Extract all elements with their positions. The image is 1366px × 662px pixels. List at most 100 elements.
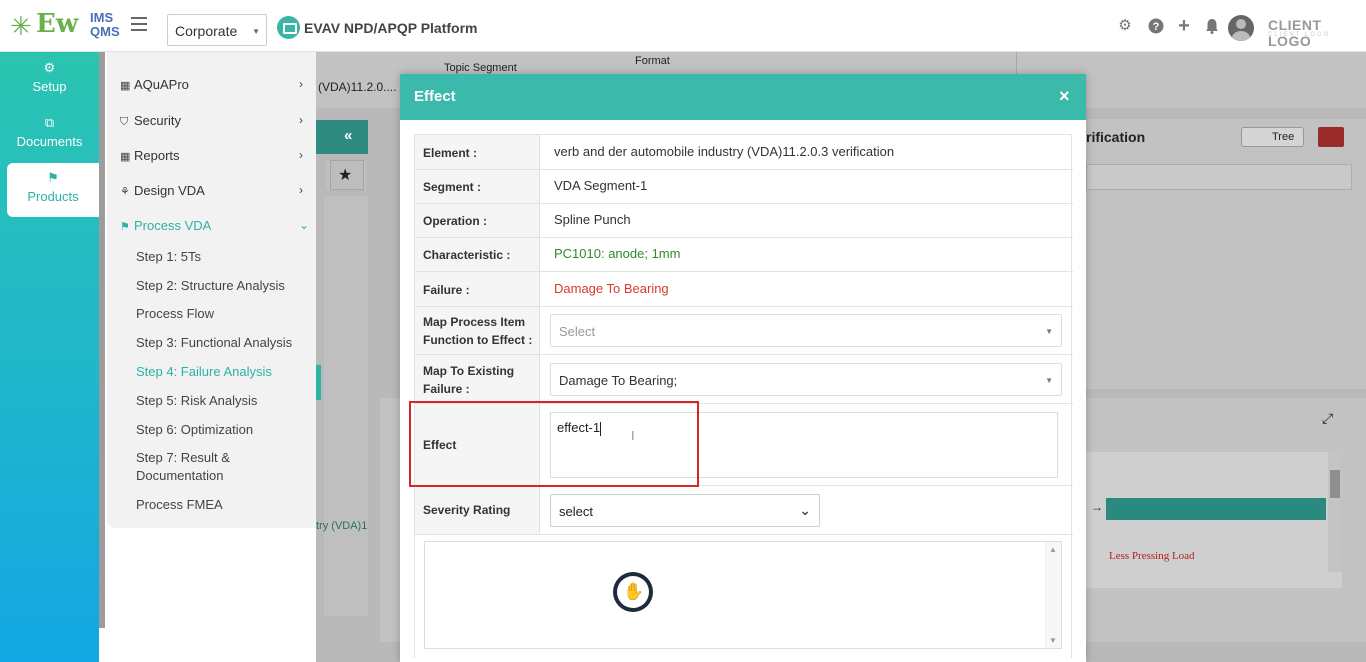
nav-products[interactable]: ⚑ Products (7, 163, 99, 217)
plus-icon[interactable]: + (1176, 16, 1192, 36)
help-icon[interactable]: ? (1148, 18, 1164, 34)
logo-ims: IMS (90, 10, 114, 25)
menu-item-label: Design VDA (134, 183, 205, 198)
copy-icon: ⧉ (44, 115, 55, 130)
label-text: Operation : (423, 214, 488, 228)
effect-modal: Effect × Element : verb and der automobi… (400, 74, 1086, 662)
severity-label: Severity Rating (415, 486, 540, 534)
expand-icon[interactable]: ⤢ (1322, 410, 1333, 427)
failure-value: Damage To Bearing (554, 281, 669, 296)
nav-documents[interactable]: ⧉ Documents (0, 115, 99, 149)
scroll-down-icon[interactable]: ▼ (1049, 636, 1057, 645)
submenu-step7[interactable]: Step 7: Result & Documentation (136, 449, 296, 485)
submenu-step3[interactable]: Step 3: Functional Analysis (136, 334, 292, 352)
left-sidebar: ⚙ Setup ⧉ Documents ⚑ Products (0, 52, 99, 662)
label-text: Severity Rating (423, 503, 511, 517)
shield-icon: ⛉ (120, 116, 129, 128)
company-select[interactable]: Corporate ▼ (167, 14, 267, 46)
characteristic-value: PC1010: anode; 1mm (554, 246, 681, 261)
verification-panel (1086, 119, 1366, 389)
chevron-down-icon: ⌄ (799, 502, 811, 518)
row-map-function: Map Process Item Function to Effect : Se… (415, 307, 1073, 355)
menu-lower-area (107, 528, 316, 662)
editor-scrollbar[interactable]: ▲ ▼ (1045, 542, 1061, 648)
submenu-step6[interactable]: Step 6: Optimization (136, 421, 253, 439)
tree-toggle-label: Tree (1272, 131, 1295, 143)
element-value: verb and der automobile industry (VDA)11… (554, 144, 895, 159)
sidebar-scrollbar[interactable] (99, 52, 105, 628)
user-avatar[interactable] (1228, 15, 1254, 41)
menu-item-label: AQuAPro (134, 77, 189, 92)
menu-item-design-vda[interactable]: ⚘ Design VDA (120, 183, 205, 198)
handshake-glyph: ✋ (623, 582, 645, 601)
map-function-select[interactable]: Select ▼ (550, 314, 1062, 347)
client-logo-sub: CLIENT LOGO (1268, 32, 1331, 38)
severity-select[interactable]: select ⌄ (550, 494, 820, 527)
hamburger-menu-icon[interactable] (131, 17, 147, 31)
segment-label: Segment : (415, 170, 540, 203)
nav-setup[interactable]: ⚙ Setup (0, 60, 99, 94)
label-text: Failure : (423, 382, 470, 396)
menu-item-security[interactable]: ⛉ Security (120, 113, 181, 129)
menu-item-aquapro[interactable]: ▦ AQuAPro (120, 77, 189, 92)
label-text: Function to Effect : (423, 333, 533, 347)
row-element: Element : verb and der automobile indust… (415, 135, 1073, 170)
platform-title-text: EVAV NPD/APQP Platform (304, 20, 478, 36)
handshake-icon[interactable]: ✋ (613, 572, 653, 612)
logo-star-icon: ✳ (10, 11, 32, 41)
menu-item-reports[interactable]: ▦ Reports (120, 148, 180, 163)
row-characteristic: Characteristic : PC1010: anode; 1mm (415, 238, 1073, 272)
diagram-scroll-thumb[interactable] (1330, 470, 1340, 498)
operation-label: Operation : (415, 204, 540, 237)
less-pressing-load-label: Less Pressing Load (1109, 550, 1195, 562)
chevron-down-icon: ▼ (1045, 376, 1053, 385)
menu-item-label: Security (134, 113, 181, 128)
chevron-right-icon: › (299, 148, 303, 162)
submenu-process-fmea[interactable]: Process FMEA (136, 496, 223, 514)
row-segment: Segment : VDA Segment-1 (415, 170, 1073, 204)
close-icon[interactable]: × (1059, 86, 1070, 107)
gears-icon: ⚙ (43, 60, 56, 75)
submenu-step5[interactable]: Step 5: Risk Analysis (136, 392, 257, 410)
submenu-step2[interactable]: Step 2: Structure Analysis (136, 277, 285, 295)
top-bar: ✳ Ew IMS QMS Corporate ▼ EVAV NPD/APQP P… (0, 0, 1366, 52)
submenu-step4[interactable]: Step 4: Failure Analysis (136, 363, 272, 381)
sitemap-icon: ⚘ (120, 186, 130, 198)
characteristic-label: Characteristic : (415, 238, 540, 271)
nav-products-label: Products (27, 189, 79, 204)
label-text: Map To Existing (423, 364, 515, 378)
chevron-down-icon: ▼ (252, 27, 260, 36)
collapse-panel-button[interactable] (316, 120, 368, 154)
double-chevron-left-icon[interactable]: « (344, 127, 352, 144)
label-text: Segment : (423, 180, 482, 194)
logo-qms: QMS (90, 24, 120, 39)
chevron-right-icon: › (299, 183, 303, 197)
export-button[interactable] (1318, 127, 1344, 147)
select-value: Damage To Bearing; (559, 373, 678, 388)
menu-item-process-vda[interactable]: ⚑ Process VDA (120, 218, 211, 233)
map-failure-label: Map To Existing Failure : (415, 355, 540, 403)
products-menu: ▦ AQuAPro › ⛉ Security › ▦ Reports › ⚘ Desig… (107, 52, 316, 528)
vda-side-text: try (VDA)1 (316, 520, 368, 532)
building-icon: ▦ (120, 151, 131, 163)
map-failure-select[interactable]: Damage To Bearing; ▼ (550, 363, 1062, 396)
gear-icon[interactable]: ⚙ (1117, 18, 1133, 34)
modal-header: Effect × (400, 74, 1086, 120)
menu-item-label: Process VDA (134, 218, 212, 233)
chevron-down-icon: ▼ (1045, 327, 1053, 336)
submenu-process-flow[interactable]: Process Flow (136, 305, 214, 323)
bell-icon[interactable] (1204, 18, 1220, 34)
scroll-up-icon[interactable]: ▲ (1049, 545, 1057, 554)
flag-icon: ⚑ (120, 221, 130, 233)
submenu-step1[interactable]: Step 1: 5Ts (136, 248, 201, 266)
monitor-icon (277, 16, 300, 39)
diagram-node[interactable] (1106, 498, 1326, 520)
chevron-down-icon: ⌄ (299, 218, 310, 232)
rich-text-editor[interactable]: ✋ ▲ ▼ (424, 541, 1062, 649)
ewqms-logo[interactable]: ✳ Ew IMS QMS (10, 9, 120, 43)
operation-value: Spline Punch (554, 212, 631, 227)
flag-icon: ⚑ (47, 170, 59, 185)
label-text: Failure : (423, 283, 470, 297)
verification-search[interactable] (1086, 164, 1352, 190)
map-function-label: Map Process Item Function to Effect : (415, 307, 540, 354)
